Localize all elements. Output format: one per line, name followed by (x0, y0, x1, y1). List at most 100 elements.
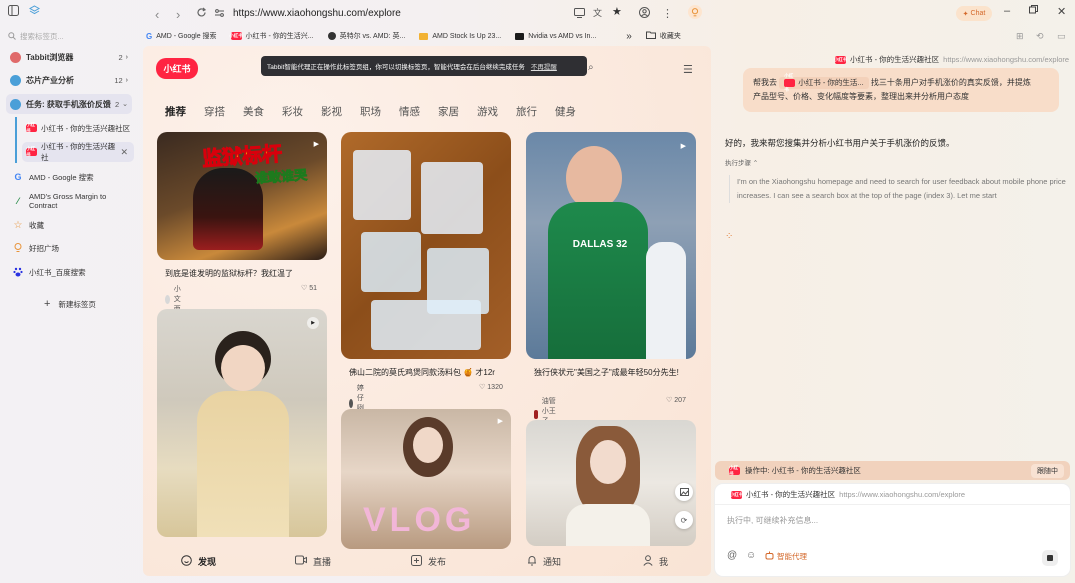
bookmark-amd-google[interactable]: G AMD - Google 搜索 (146, 31, 217, 41)
face-shape (221, 345, 265, 391)
tab-group-task[interactable]: 任务: 获取手机涨价反馈 2 ⌄ (6, 94, 132, 114)
category-tab[interactable]: 职场 (360, 104, 381, 119)
category-tab[interactable]: 旅行 (516, 104, 537, 119)
category-tab[interactable]: 家居 (438, 104, 459, 119)
card-image[interactable]: ▶ (157, 309, 327, 537)
operation-status-bar: 小红书 操作中: 小红书 - 你的生活兴趣社区 跟随中 (715, 461, 1070, 480)
tab-amd-margin[interactable]: ⁄ AMD's Gross Margin to Contract (6, 191, 134, 211)
subtab-xhs-1[interactable]: 小红书 小红书 - 你的生活兴趣社区 (22, 118, 134, 138)
search-icon[interactable]: ⌕ (588, 62, 594, 73)
layers-icon[interactable] (29, 5, 40, 16)
agent-mode-toggle[interactable]: 智能代理 (765, 551, 807, 562)
like-count[interactable]: ♡ 1320 (479, 383, 503, 392)
card-image[interactable]: 监狱标杆 谁敢谁哭 ▶ (157, 132, 327, 260)
steps-toggle[interactable]: 执行步骤 ⌃ (725, 157, 758, 167)
sidebar: 搜索标签页... Tabbit浏览器 2 › 芯片产业分析 12 › 任务: 获… (0, 0, 141, 583)
category-tab[interactable]: 游戏 (477, 104, 498, 119)
assistant-bulb-icon[interactable] (688, 5, 702, 19)
screen-share-icon[interactable] (574, 8, 585, 18)
stop-button[interactable] (1042, 550, 1058, 566)
tab-search[interactable]: 搜索标签页... (8, 27, 134, 45)
nav-discover[interactable]: 发现 (181, 554, 217, 568)
shirt-shape (566, 504, 650, 546)
translate-icon[interactable]: 文 (593, 6, 602, 19)
category-tab[interactable]: 推荐 (165, 104, 186, 119)
account-icon[interactable] (639, 7, 650, 18)
bookmark-amd-stock[interactable]: AMD Stock Is Up 23... (419, 32, 502, 40)
nav-publish[interactable]: 发布 (411, 554, 446, 568)
menu-dots-icon[interactable]: ⋮ (662, 7, 673, 20)
history-icon[interactable]: ⟲ (1036, 31, 1044, 42)
avatar (534, 410, 538, 419)
tab-group-tabbit[interactable]: Tabbit浏览器 2 › (6, 47, 132, 67)
like-count[interactable]: ♡ 207 (666, 396, 686, 405)
card-image[interactable]: DALLAS 32 ▶ (526, 132, 696, 359)
tab-baidu[interactable]: 小红书_百度搜索 (6, 262, 134, 282)
close-window-icon[interactable]: ✕ (1057, 5, 1066, 18)
xhs-logo[interactable]: 小红书 (156, 58, 198, 79)
refresh-icon[interactable]: ⟳ (675, 511, 693, 529)
hamburger-menu-icon[interactable]: ☰ (683, 63, 693, 76)
image-icon[interactable] (675, 483, 693, 501)
category-tab[interactable]: 影视 (321, 104, 342, 119)
category-tab[interactable]: 健身 (555, 104, 576, 119)
card-title[interactable]: 独行侠状元"美国之子"成最年轻50分先生! (534, 367, 694, 378)
bookmark-star-icon[interactable]: ★ (612, 5, 622, 18)
nav-live[interactable]: 直播 (295, 555, 331, 568)
card-title[interactable]: 到底是谁发明的监狱标杆？我红温了 (165, 268, 325, 279)
category-tab[interactable]: 穿搭 (204, 104, 225, 119)
at-icon[interactable]: @ (727, 550, 737, 561)
category-tab[interactable]: 彩妆 (282, 104, 303, 119)
category-tab[interactable]: 情感 (399, 104, 420, 119)
chat-button[interactable]: ✦ Chat (956, 6, 992, 21)
emoji-icon[interactable]: ☺ (746, 550, 756, 561)
like-count[interactable]: ♡ 51 (301, 284, 317, 293)
back-icon[interactable]: ‹ (155, 7, 159, 22)
group-dot-icon (10, 74, 21, 86)
maximize-icon[interactable] (1029, 5, 1038, 17)
chat-input-box[interactable]: 小红书 小红书 - 你的生活兴趣社区 https://www.xiaohongs… (715, 484, 1070, 576)
panel-new-chat-icon[interactable]: ⊞ (1016, 31, 1024, 42)
nav-notifications[interactable]: 通知 (527, 555, 561, 568)
reload-icon[interactable] (196, 6, 207, 21)
user-msg-rest: 找三十条用户对手机涨价的真实反馈，并提炼 (870, 78, 1031, 87)
card-image[interactable] (341, 132, 511, 359)
tab-group-chip[interactable]: 芯片产业分析 12 › (6, 70, 132, 90)
minimize-icon[interactable]: – (1004, 5, 1010, 17)
panel-toggle-icon[interactable]: ▭ (1057, 31, 1066, 42)
chat-input-placeholder[interactable]: 执行中, 可继续补充信息... (727, 515, 818, 526)
bookmarks-more[interactable]: » (626, 31, 632, 42)
bookmark-nvidia[interactable]: Nvidia vs AMD vs In... (515, 32, 596, 40)
xhs-icon: 小红书 (833, 55, 848, 64)
amd-icon (419, 32, 429, 40)
tab-amd-google[interactable]: G AMD - Google 搜索 (6, 167, 134, 187)
tab-favorites[interactable]: ☆ 收藏 (6, 215, 134, 235)
bookmark-label: AMD Stock Is Up 23... (432, 32, 502, 40)
forward-icon[interactable]: › (176, 7, 180, 22)
face-shape (413, 427, 443, 463)
nav-me[interactable]: 我 (643, 554, 668, 568)
follow-button[interactable]: 跟随中 (1031, 463, 1064, 478)
site-info-icon[interactable] (214, 8, 225, 18)
card-image[interactable] (526, 420, 696, 546)
card-image[interactable]: VLOG ▶ (341, 409, 511, 549)
chevron-double-right-icon: » (626, 30, 632, 42)
tab-prompt-square[interactable]: 好招广场 (6, 238, 134, 258)
face-shape (566, 146, 622, 210)
category-tab[interactable]: 美食 (243, 104, 264, 119)
close-icon[interactable]: ✕ (120, 147, 128, 158)
address-bar[interactable]: https://www.xiaohongshu.com/explore (214, 3, 624, 23)
bookmark-xhs[interactable]: 小红书 小红书 - 你的生活兴... (229, 31, 314, 41)
xhs-icon: 小红书 (26, 122, 37, 133)
tab-mention-chip[interactable]: 小红书 小红书 - 你的生活... (779, 73, 869, 92)
nav-label: 发现 (198, 556, 217, 567)
context-tab[interactable]: 小红书 小红书 - 你的生活兴趣社区 https://www.xiaohongs… (730, 489, 965, 500)
card-title[interactable]: 佛山二院的莫氏鸡煲同款汤料包 🍯 才12r (349, 367, 509, 378)
subtab-xhs-2[interactable]: 小红书 小红书 - 你的生活兴趣社 ✕ (22, 142, 134, 162)
chevron-down-icon: ⌄ (122, 101, 128, 108)
sidebar-toggle-icon[interactable] (8, 5, 19, 16)
bookmark-folder-favorites[interactable]: 收藏夹 (645, 31, 681, 41)
new-tab-button[interactable]: + 新建标签页 (44, 294, 134, 314)
bookmark-intel-amd[interactable]: 英特尔 vs. AMD: 英... (327, 31, 405, 41)
tooltip-dismiss-link[interactable]: 不再提醒 (531, 61, 557, 71)
